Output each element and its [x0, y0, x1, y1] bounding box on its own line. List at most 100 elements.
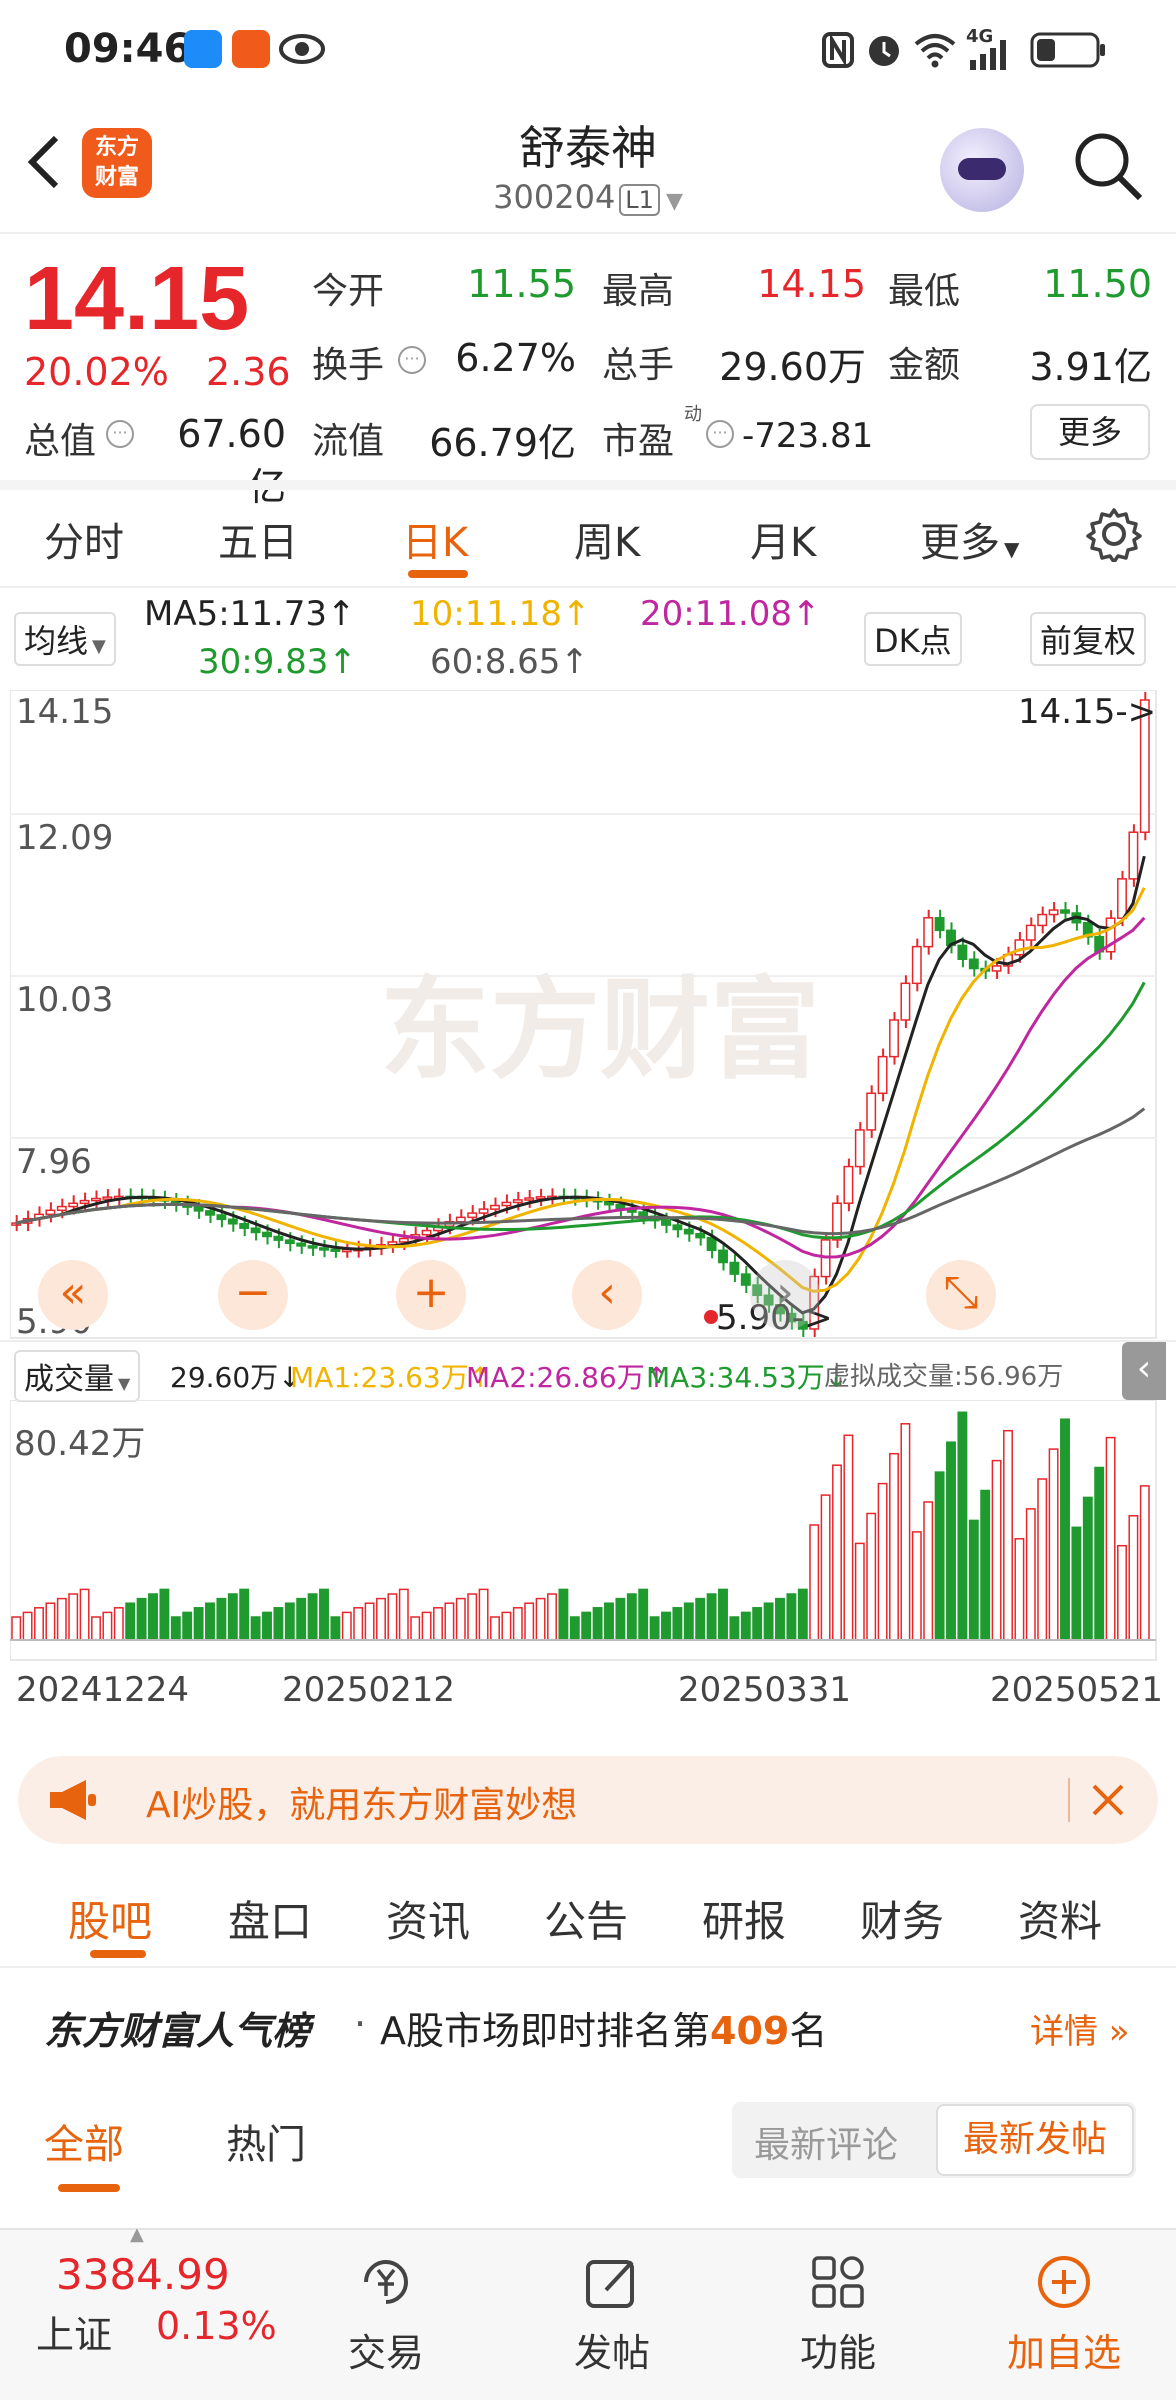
volume-bar [866, 1512, 877, 1641]
volume-bar [284, 1602, 295, 1641]
nav-functions[interactable]: 功能 [768, 2252, 908, 2377]
ma60-value: 60:8.65↑ [430, 642, 589, 682]
tab-five-day[interactable]: 五日 [218, 510, 298, 568]
volume-bar [1128, 1515, 1139, 1641]
volume-bar [604, 1602, 614, 1641]
nav-post[interactable]: 发帖 [542, 2252, 682, 2377]
candle [45, 1209, 56, 1216]
volume-chart[interactable] [10, 1400, 1166, 1670]
tab-research[interactable]: 研报 [702, 1888, 786, 1949]
volume-bar [56, 1597, 67, 1641]
scroll-left-fast-button[interactable]: « [38, 1260, 108, 1330]
volume-bar [775, 1597, 785, 1641]
tab-pankou[interactable]: 盘口 [228, 1888, 312, 1949]
volume-bar [626, 1593, 637, 1641]
tab-monthly-k[interactable]: 月K [750, 510, 816, 568]
more-button[interactable]: 更多 [1030, 404, 1150, 460]
volume-bar [376, 1597, 386, 1641]
ai-promo-banner[interactable]: AI炒股，就用东方财富妙想 [18, 1756, 1158, 1844]
zoom-out-button[interactable]: − [218, 1260, 288, 1330]
nav-trade[interactable]: 交易 [316, 2252, 456, 2377]
sort-latest-post[interactable]: 最新发帖 [936, 2104, 1134, 2176]
volume-bar [330, 1616, 341, 1641]
float-cap-value: 66.79亿 [429, 421, 576, 465]
volume-bar [170, 1616, 181, 1641]
candle [239, 1223, 250, 1229]
info-icon[interactable]: ··· [706, 420, 734, 448]
volume-bar [615, 1597, 626, 1641]
sort-latest-comment[interactable]: 最新评论 [754, 2116, 898, 2168]
volume-bar [1071, 1526, 1082, 1641]
volume-bar [649, 1616, 660, 1641]
search-icon[interactable] [1070, 128, 1146, 204]
amount-value: 3.91亿 [1029, 345, 1152, 389]
volume-bar [695, 1597, 706, 1641]
tab-announcements[interactable]: 公告 [544, 1888, 628, 1949]
tab-timeshare[interactable]: 分时 [44, 510, 124, 568]
virtual-volume: 虚拟成交量:56.96万 [824, 1362, 1064, 1392]
volume-bar [79, 1588, 90, 1641]
status-bar: 09:46 4G [0, 0, 1176, 100]
subtab-hot[interactable]: 热门 [226, 2112, 306, 2170]
content-tab-divider [0, 1966, 1176, 1968]
close-icon[interactable] [1088, 1780, 1128, 1820]
dropdown-icon: ▼ [665, 189, 683, 214]
volume-bar [763, 1602, 774, 1641]
ai-assistant-avatar[interactable] [940, 128, 1024, 212]
subtab-all[interactable]: 全部 [44, 2112, 124, 2170]
candle [923, 917, 934, 948]
volume-bar [832, 1464, 842, 1641]
volume-bar [946, 1441, 956, 1641]
gear-icon[interactable] [1086, 506, 1142, 562]
volume-bar [672, 1607, 683, 1641]
candle [968, 958, 979, 970]
ma-selector[interactable]: 均线 ▼ [14, 612, 116, 666]
volume-bar [11, 1616, 22, 1641]
wifi-icon [914, 34, 956, 68]
candle [79, 1199, 90, 1205]
tab-finance[interactable]: 财务 [860, 1888, 944, 1949]
candle [695, 1232, 706, 1239]
candle [638, 1211, 649, 1218]
volume-bar [1117, 1544, 1127, 1641]
candle [900, 982, 911, 1021]
nav-add-watchlist[interactable]: 加自选 [994, 2252, 1134, 2377]
tab-divider [0, 586, 1176, 588]
volume-bar [22, 1611, 33, 1641]
scroll-right-button[interactable]: › [750, 1260, 820, 1330]
nav-trade-label: 交易 [347, 2331, 424, 2375]
volume-bar [148, 1593, 158, 1641]
candle [296, 1242, 307, 1247]
index-value[interactable]: 3384.99 [56, 2250, 230, 2299]
volume-selector[interactable]: 成交量 ▼ [14, 1350, 141, 1402]
candle [467, 1212, 478, 1219]
eye-icon [279, 34, 325, 64]
volume-bar [1105, 1436, 1116, 1641]
rank-detail-link[interactable]: 详情 » [1030, 2004, 1130, 2053]
candle [421, 1229, 432, 1236]
info-icon[interactable]: ··· [398, 346, 426, 374]
scroll-left-button[interactable]: ‹ [572, 1260, 642, 1330]
adjust-button[interactable]: 前复权 [1030, 612, 1147, 666]
volume-bar [45, 1602, 56, 1641]
tab-guba[interactable]: 股吧 [68, 1888, 152, 1949]
tab-weekly-k[interactable]: 周K [574, 510, 640, 568]
market-cap-value: 67.60亿 [177, 412, 286, 509]
candle [877, 1055, 888, 1095]
tab-daily-k[interactable]: 日K [402, 510, 468, 568]
info-icon[interactable]: ··· [106, 420, 134, 448]
tab-profile[interactable]: 资料 [1018, 1888, 1102, 1949]
ma10-value: 10:11.18↑ [410, 594, 591, 634]
fullscreen-button[interactable]: ⤡ [926, 1260, 996, 1330]
dk-point-button[interactable]: DK点 [864, 612, 962, 666]
candle [1048, 909, 1059, 916]
index-expand-icon[interactable]: ▲ [130, 2224, 144, 2245]
volume-bar [706, 1593, 717, 1641]
tab-news[interactable]: 资讯 [386, 1888, 470, 1949]
change-percent: 20.02% [24, 350, 169, 394]
edit-icon [586, 2260, 634, 2308]
tab-more[interactable]: 更多 ▼ [920, 510, 1019, 568]
zoom-in-button[interactable]: + [396, 1260, 466, 1330]
candle [455, 1216, 466, 1223]
collapse-panel-button[interactable]: ‹ [1122, 1342, 1166, 1400]
